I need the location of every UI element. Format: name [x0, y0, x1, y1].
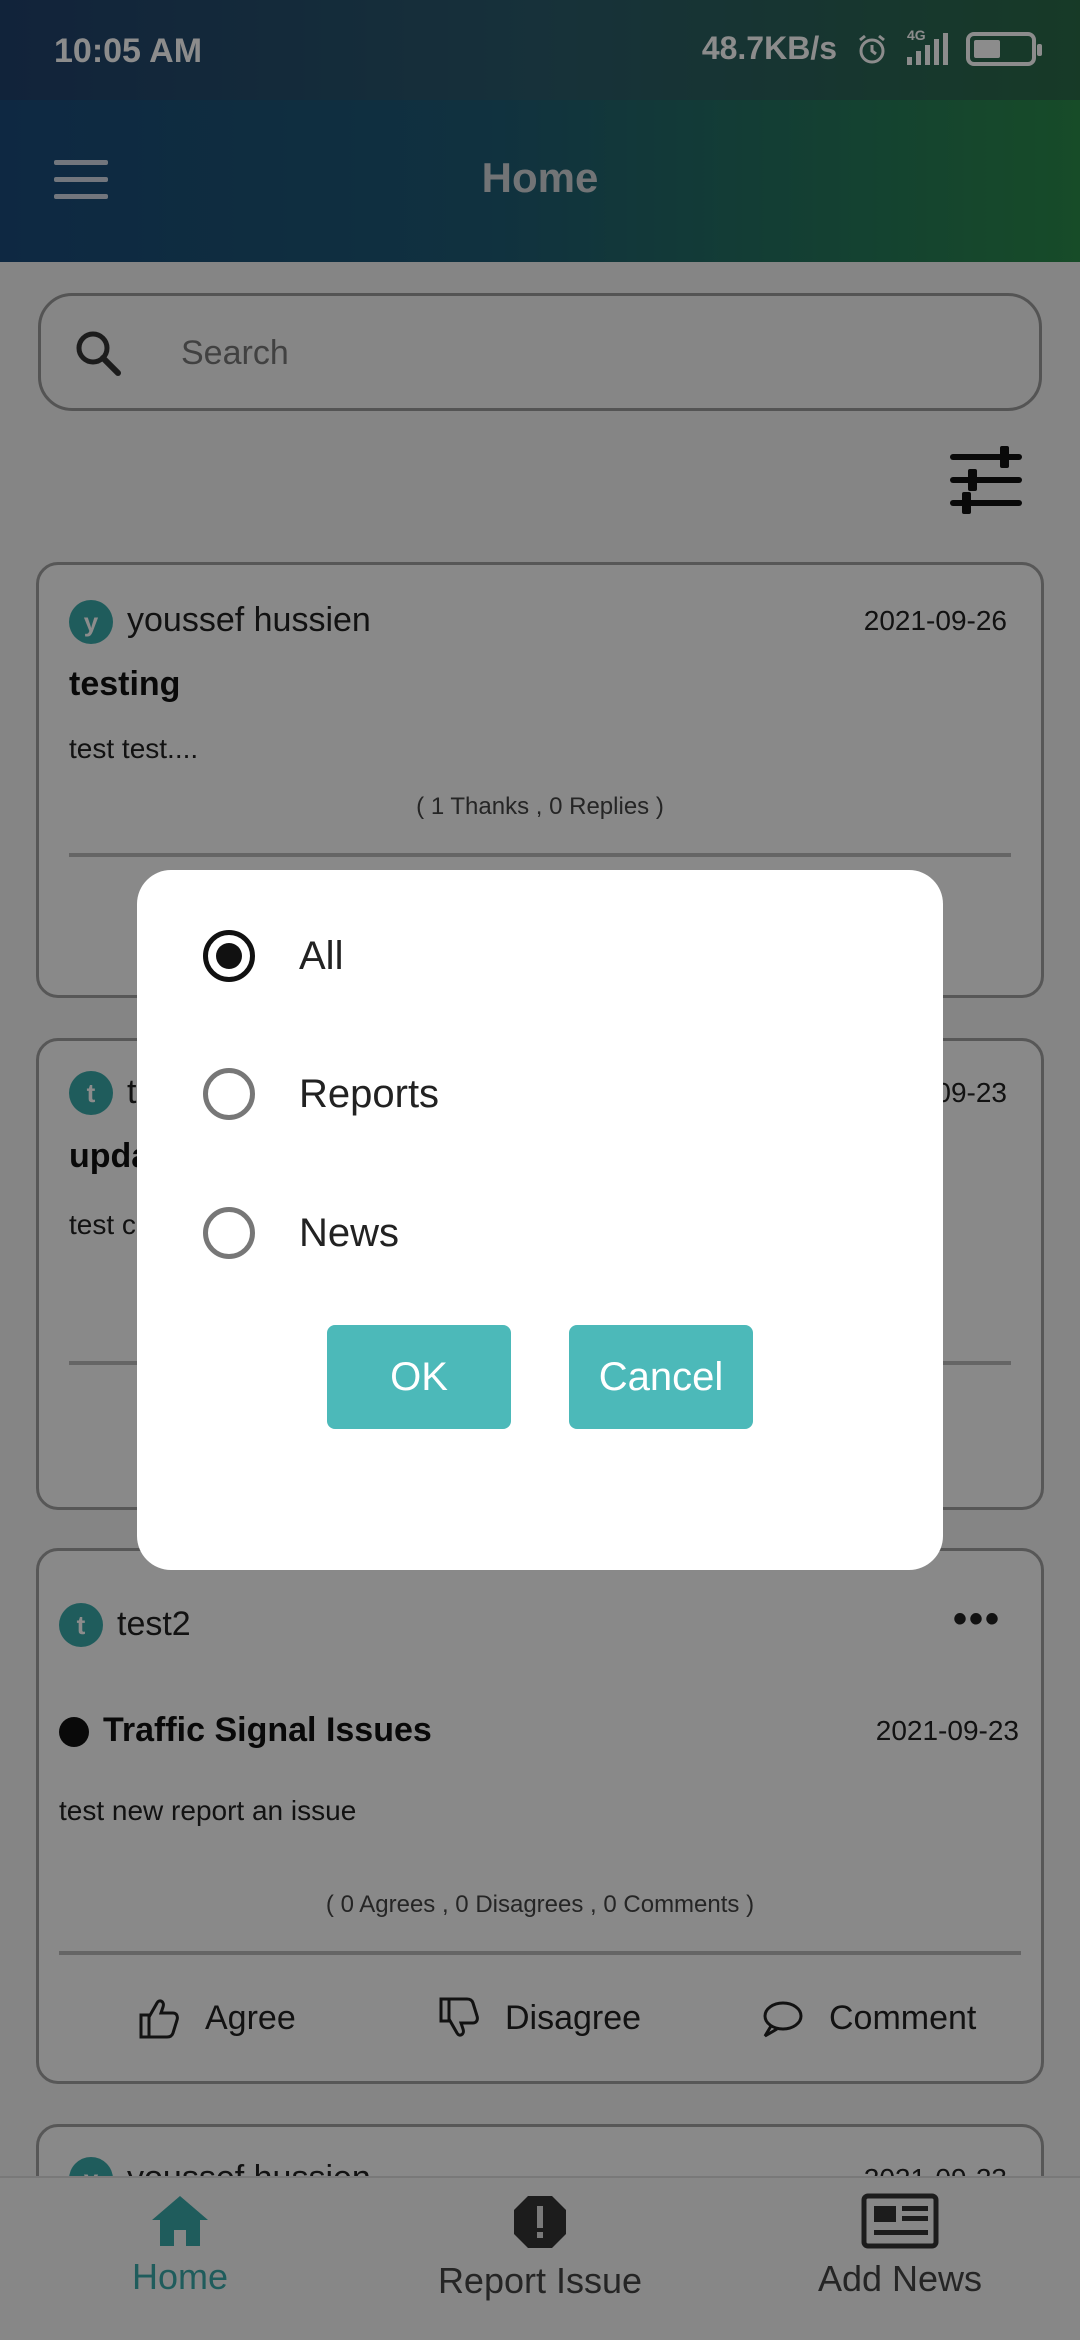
cancel-button[interactable]: Cancel [569, 1325, 753, 1429]
radio-label: All [299, 933, 344, 978]
radio-button[interactable] [203, 1068, 255, 1120]
radio-button[interactable] [203, 1207, 255, 1259]
radio-label: Reports [299, 1071, 440, 1116]
radio-label: News [299, 1210, 400, 1255]
ok-button[interactable]: OK [327, 1325, 511, 1429]
radio-option-reports[interactable]: Reports [203, 1068, 439, 1120]
radio-option-all[interactable]: All [203, 930, 343, 982]
radio-option-news[interactable]: News [203, 1207, 399, 1259]
radio-button[interactable] [203, 930, 255, 982]
filter-dialog: All Reports News OK Cancel [137, 870, 943, 1570]
